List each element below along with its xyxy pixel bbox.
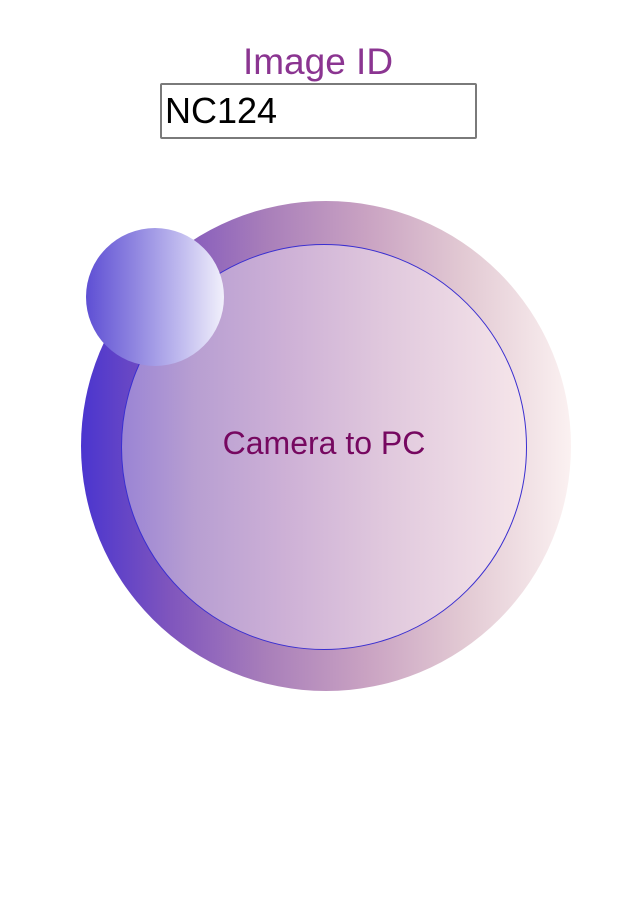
camera-to-pc-label[interactable]: Camera to PC (121, 421, 527, 465)
small-circle-knob[interactable] (86, 228, 224, 366)
image-id-label: Image ID (242, 41, 394, 82)
image-id-field[interactable] (160, 83, 477, 139)
